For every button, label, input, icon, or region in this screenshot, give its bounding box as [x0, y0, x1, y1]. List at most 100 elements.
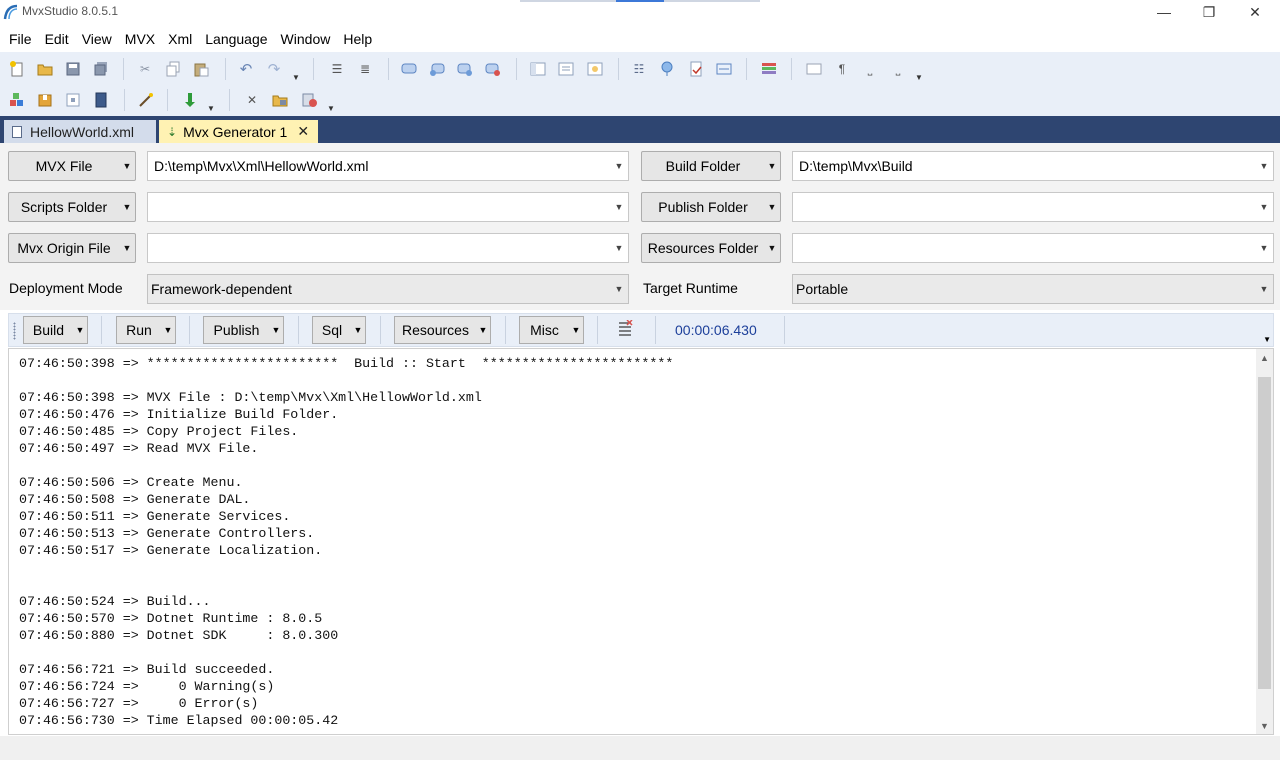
- resources-button[interactable]: Resources ▼: [394, 316, 491, 344]
- toolbar-grip[interactable]: [13, 322, 16, 340]
- mvx-file-button[interactable]: MVX File ▼: [8, 151, 136, 181]
- mvx-origin-file-input[interactable]: ▼: [147, 233, 629, 263]
- redo-icon[interactable]: ↷: [266, 61, 282, 77]
- undo-icon[interactable]: ↶: [238, 61, 254, 77]
- publish-folder-button[interactable]: Publish Folder ▼: [641, 192, 781, 222]
- toolbar-separator: [655, 316, 656, 344]
- menu-window[interactable]: Window: [276, 31, 336, 47]
- toolbar-overflow-icon[interactable]: ▼: [327, 104, 335, 113]
- toolbar-overflow-icon[interactable]: ▼: [207, 104, 215, 113]
- mvx-file-input[interactable]: D:\temp\Mvx\Xml\HellowWorld.xml ▼: [147, 151, 629, 181]
- scroll-up-icon[interactable]: ▲: [1256, 349, 1273, 366]
- document-check-icon[interactable]: [688, 61, 704, 77]
- run-button[interactable]: Run ▼: [116, 316, 176, 344]
- frame-icon[interactable]: [806, 61, 822, 77]
- toolbar-overflow-icon[interactable]: ▼: [1263, 335, 1271, 344]
- build-log-output[interactable]: 07:46:50:398 => ************************…: [8, 348, 1274, 735]
- menu-file[interactable]: File: [4, 31, 37, 47]
- panel-list-icon[interactable]: [558, 61, 574, 77]
- tools-icon[interactable]: ✕: [244, 92, 260, 108]
- space-icon[interactable]: ˽: [862, 61, 878, 77]
- chevron-down-icon[interactable]: ▼: [1255, 284, 1273, 294]
- paste-icon[interactable]: [193, 61, 209, 77]
- chevron-down-icon[interactable]: ▼: [610, 202, 628, 212]
- sql-button[interactable]: Sql ▼: [312, 316, 366, 344]
- build-folder-input[interactable]: D:\temp\Mvx\Build ▼: [792, 151, 1274, 181]
- publish-button-label: Publish: [213, 322, 260, 338]
- toolbar-overflow-icon[interactable]: ▼: [292, 73, 300, 82]
- indent-icon[interactable]: ☰: [329, 61, 345, 77]
- resources-folder-button[interactable]: Resources Folder ▼: [641, 233, 781, 263]
- comment-bubble-icon[interactable]: [401, 61, 417, 77]
- panel-image-icon[interactable]: [587, 61, 603, 77]
- new-file-icon[interactable]: [9, 61, 25, 77]
- resources-folder-input[interactable]: ▼: [792, 233, 1274, 263]
- outdent-icon[interactable]: ≣: [357, 61, 373, 77]
- comment-add-icon[interactable]: [429, 61, 445, 77]
- comment-remove-icon[interactable]: [485, 61, 501, 77]
- target-runtime-label: Target Runtime: [643, 280, 738, 296]
- save-all-icon[interactable]: [93, 61, 109, 77]
- build-folder-button[interactable]: Build Folder ▼: [641, 151, 781, 181]
- menu-view[interactable]: View: [77, 31, 117, 47]
- scroll-thumb[interactable]: [1258, 377, 1271, 689]
- log-scrollbar[interactable]: ▲ ▼: [1256, 349, 1273, 734]
- panel-left-icon[interactable]: [530, 61, 546, 77]
- publish-button[interactable]: Publish ▼: [203, 316, 284, 344]
- toolbar-separator: [123, 58, 124, 80]
- menu-language[interactable]: Language: [200, 31, 272, 47]
- folder-tools-icon[interactable]: [272, 92, 288, 108]
- close-window-button[interactable]: ✕: [1232, 0, 1278, 24]
- target-runtime-select[interactable]: Portable ▼: [792, 274, 1274, 304]
- chevron-down-icon[interactable]: ▼: [610, 161, 628, 171]
- whitespace-icon[interactable]: ˽: [890, 61, 906, 77]
- module-icon[interactable]: [65, 92, 81, 108]
- package-icon[interactable]: [37, 92, 53, 108]
- title-bar: MvxStudio 8.0.5.1 — ❐ ✕: [0, 0, 1280, 24]
- chevron-down-icon[interactable]: ▼: [1255, 202, 1273, 212]
- clear-log-icon[interactable]: [617, 320, 633, 336]
- menu-mvx[interactable]: MVX: [120, 31, 160, 47]
- menu-help[interactable]: Help: [338, 31, 377, 47]
- chevron-down-icon[interactable]: ▼: [610, 284, 628, 294]
- scripts-folder-button[interactable]: Scripts Folder ▼: [8, 192, 136, 222]
- chevron-down-icon: ▼: [75, 325, 85, 335]
- layers-icon[interactable]: [761, 61, 777, 77]
- pin-icon[interactable]: [659, 61, 675, 77]
- build-download-icon[interactable]: [182, 92, 198, 108]
- wrap-icon[interactable]: [716, 61, 732, 77]
- toolbar-separator: [597, 316, 598, 344]
- menu-edit[interactable]: Edit: [40, 31, 74, 47]
- comment-next-icon[interactable]: [457, 61, 473, 77]
- components-icon[interactable]: [9, 92, 25, 108]
- elapsed-time: 00:00:06.430: [675, 322, 757, 338]
- run-button-label: Run: [126, 322, 152, 338]
- chevron-down-icon[interactable]: ▼: [1255, 243, 1273, 253]
- close-tab-icon[interactable]: ✕: [297, 123, 309, 140]
- toolbar-overflow-icon[interactable]: ▼: [915, 73, 923, 82]
- build-button[interactable]: Build ▼: [23, 316, 88, 344]
- numbered-list-icon[interactable]: ☷: [631, 61, 647, 77]
- menu-xml[interactable]: Xml: [163, 31, 197, 47]
- scripts-folder-input[interactable]: ▼: [147, 192, 629, 222]
- restore-button[interactable]: ❐: [1186, 0, 1232, 24]
- misc-button[interactable]: Misc ▼: [519, 316, 584, 344]
- tab-mvx-generator[interactable]: ⇣ Mvx Generator 1 ✕: [159, 120, 318, 143]
- minimize-button[interactable]: —: [1141, 0, 1187, 24]
- publish-folder-input[interactable]: ▼: [792, 192, 1274, 222]
- chevron-down-icon[interactable]: ▼: [610, 243, 628, 253]
- scroll-down-icon[interactable]: ▼: [1256, 717, 1273, 734]
- magic-wand-icon[interactable]: [138, 92, 154, 108]
- chevron-down-icon[interactable]: ▼: [1255, 161, 1273, 171]
- deployment-mode-label: Deployment Mode: [9, 280, 123, 296]
- open-folder-icon[interactable]: [37, 61, 53, 77]
- clear-build-icon[interactable]: [301, 92, 317, 108]
- cut-icon[interactable]: ✂: [137, 61, 153, 77]
- save-icon[interactable]: [65, 61, 81, 77]
- book-icon[interactable]: [93, 92, 109, 108]
- deployment-mode-select[interactable]: Framework-dependent ▼: [147, 274, 629, 304]
- tab-hellowworld-xml[interactable]: HellowWorld.xml: [4, 120, 156, 143]
- copy-icon[interactable]: [165, 61, 181, 77]
- pilcrow-icon[interactable]: ¶: [834, 61, 850, 77]
- mvx-origin-file-button[interactable]: Mvx Origin File ▼: [8, 233, 136, 263]
